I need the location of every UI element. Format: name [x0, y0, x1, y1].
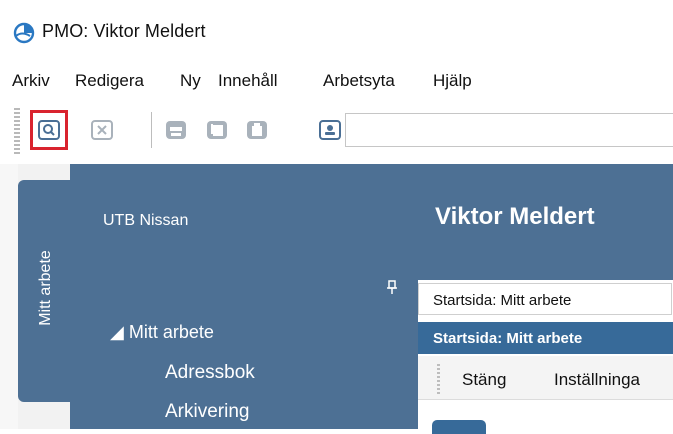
org-name: UTB Nissan — [103, 212, 189, 229]
toolbar-search-input[interactable] — [345, 113, 673, 147]
copy-icon[interactable] — [205, 118, 229, 142]
close-icon[interactable] — [90, 118, 114, 142]
toolbar-separator — [151, 112, 152, 148]
tab-label: Startsida: Mitt arbete — [433, 292, 572, 309]
tree-item-arkivering[interactable]: Arkivering — [165, 401, 249, 423]
menu-innehall[interactable]: Innehåll — [218, 71, 278, 91]
menu-redigera[interactable]: Redigera — [75, 71, 144, 91]
tree-node-mitt-arbete[interactable]: ◢ Mitt arbete — [110, 322, 214, 343]
tab-label-active: Startsida: Mitt arbete — [433, 330, 583, 347]
left-gutter — [0, 164, 18, 429]
pin-icon[interactable] — [386, 280, 398, 296]
app-logo-icon — [13, 22, 35, 44]
contact-card-icon[interactable] — [318, 118, 342, 142]
menu-hjalp[interactable]: Hjälp — [433, 71, 472, 91]
menu-arkiv[interactable]: Arkiv — [12, 71, 50, 91]
menu-bar: Arkiv Redigera Ny Innehåll Arbetsyta Hjä… — [0, 62, 673, 98]
tree-item-adressbok[interactable]: Adressbok — [165, 362, 255, 384]
window-title: PMO: Viktor Meldert — [42, 21, 206, 41]
action-bar-grip[interactable] — [437, 364, 440, 394]
title-bar: PMO: Viktor Meldert — [0, 0, 673, 56]
settings-button[interactable]: Inställninga — [554, 370, 640, 390]
page-title: Viktor Meldert — [435, 203, 595, 230]
toolbar-grip[interactable] — [14, 108, 20, 154]
side-tab-label: Mitt arbete — [37, 250, 54, 326]
clipboard-icon[interactable] — [245, 118, 269, 142]
content-chip[interactable] — [432, 420, 486, 434]
menu-ny[interactable]: Ny — [180, 71, 201, 91]
print-icon[interactable] — [164, 118, 188, 142]
menu-arbetsyta[interactable]: Arbetsyta — [323, 71, 395, 91]
close-button[interactable]: Stäng — [462, 370, 506, 390]
search-button-highlight — [30, 110, 68, 150]
